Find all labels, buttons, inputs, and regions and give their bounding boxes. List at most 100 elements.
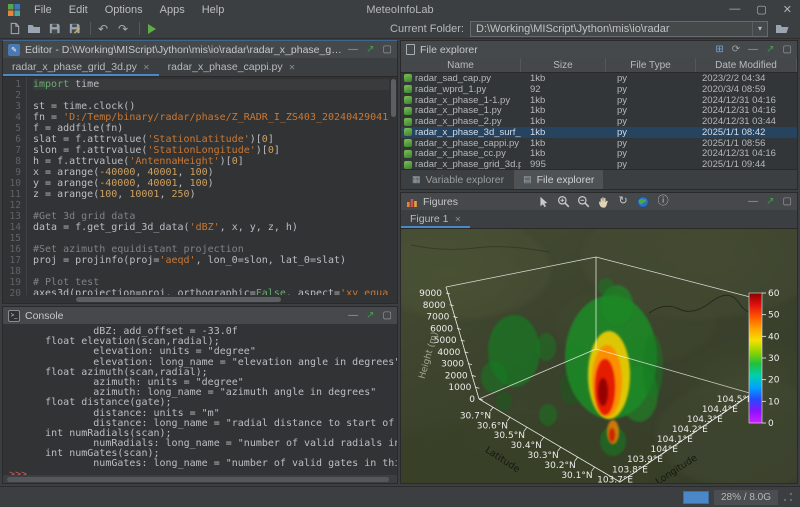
z-axis-tick-label: 8000 xyxy=(423,301,446,311)
file-name: radar_x_phase_3d_surf_allsc... xyxy=(415,127,521,138)
tab-label: Figure 1 xyxy=(410,213,449,225)
select-cursor-button[interactable] xyxy=(536,195,550,209)
window-close-button[interactable]: ✕ xyxy=(783,3,792,16)
column-header-size[interactable]: Size xyxy=(521,58,606,72)
table-row[interactable]: radar_sad_cap.py1kbpy2023/2/2 04:34 xyxy=(401,73,797,84)
console-panel-controls: — ↗ ▢ xyxy=(348,310,392,321)
console-horizontal-scrollbar[interactable] xyxy=(3,476,397,483)
file-size: 1kb xyxy=(521,127,606,138)
current-folder-combobox[interactable]: D:\Working\MIScript\Jython\mis\io\radar … xyxy=(470,21,768,37)
zoom-in-button[interactable] xyxy=(556,195,570,209)
console-output[interactable]: dBZ: add_offset = -33.0f float elevation… xyxy=(3,324,397,475)
tab-figure-1[interactable]: Figure 1 ✕ xyxy=(401,210,470,228)
maximize-icon[interactable]: ▢ xyxy=(783,44,792,55)
undo-button[interactable]: ↶ xyxy=(95,21,111,36)
minimize-icon[interactable]: — xyxy=(348,310,358,321)
save-as-button[interactable] xyxy=(66,21,82,36)
scrollbar-thumb[interactable] xyxy=(76,297,281,302)
y-axis-tick-label: 30.5°N xyxy=(494,431,525,441)
maximize-icon[interactable]: ▢ xyxy=(383,310,392,321)
chevron-down-icon[interactable]: ▾ xyxy=(752,22,767,36)
editor-tab[interactable]: radar_x_phase_grid_3d.py✕ xyxy=(3,58,159,76)
maximize-icon[interactable]: ▢ xyxy=(383,44,392,55)
redo-button[interactable]: ↷ xyxy=(115,21,131,36)
x-axis-tick-label: 103.7°E xyxy=(597,475,633,483)
column-header-file-type[interactable]: File Type xyxy=(606,58,696,72)
y-axis-tick-label: 30.2°N xyxy=(544,461,575,471)
z-axis-tick-label: 9000 xyxy=(419,289,442,299)
table-row[interactable]: radar_x_phase_cc.py1kbpy2024/12/31 04:16 xyxy=(401,149,797,160)
table-row[interactable]: radar_x_phase_3d_surf_allsc...1kbpy2025/… xyxy=(401,127,797,138)
radar-echo xyxy=(539,404,557,426)
float-icon[interactable]: ↗ xyxy=(766,196,774,207)
table-row[interactable]: radar_x_phase_1-1.py1kbpy2024/12/31 04:1… xyxy=(401,95,797,106)
maximize-icon[interactable]: ▢ xyxy=(783,196,792,207)
close-tab-icon[interactable]: ✕ xyxy=(143,63,150,72)
python-file-icon xyxy=(404,96,412,104)
file-name: radar_x_phase_cc.py xyxy=(415,148,506,159)
minimize-icon[interactable]: — xyxy=(748,44,758,55)
file-size: 1kb xyxy=(521,138,606,149)
colorbar-tick-label: 20 xyxy=(768,376,780,386)
menu-edit[interactable]: Edit xyxy=(69,4,88,16)
float-icon[interactable]: ↗ xyxy=(366,310,374,321)
line-number: 16 xyxy=(3,244,21,255)
menu-options[interactable]: Options xyxy=(105,4,143,16)
scrollbar-thumb[interactable] xyxy=(7,477,389,482)
close-tab-icon[interactable]: ✕ xyxy=(289,63,296,72)
float-icon[interactable]: ↗ xyxy=(366,44,374,55)
run-script-button[interactable] xyxy=(144,21,160,36)
new-page-icon[interactable]: ⊞ xyxy=(715,44,723,55)
scrollbar-thumb[interactable] xyxy=(391,79,396,117)
refresh-icon[interactable]: ⟳ xyxy=(732,44,740,55)
file-type: py xyxy=(606,159,696,169)
window-minimize-button[interactable]: — xyxy=(729,3,740,16)
plot-3d-svg[interactable]: 0100020003000400050006000700080009000Hei… xyxy=(401,229,797,483)
file-explorer-title: File explorer xyxy=(420,44,478,56)
close-tab-icon[interactable]: ✕ xyxy=(455,215,462,224)
window-maximize-button[interactable]: ▢ xyxy=(756,3,766,16)
figure-canvas[interactable]: 0100020003000400050006000700080009000Hei… xyxy=(401,229,797,483)
file-modified: 2025/1/1 08:56 xyxy=(696,138,797,149)
table-row[interactable]: radar_x_phase_1.py1kbpy2024/12/31 04:16 xyxy=(401,105,797,116)
code-line: x = arange(-40000, 40001, 100) xyxy=(33,167,389,178)
memory-usage-label[interactable]: 28% / 8.0G xyxy=(714,490,778,505)
tab-file-explorer[interactable]: ▤File explorer xyxy=(514,170,603,189)
rotate-button[interactable]: ↻ xyxy=(616,195,630,209)
zoom-out-button[interactable] xyxy=(576,195,590,209)
editor-horizontal-scrollbar[interactable] xyxy=(28,296,389,303)
save-button[interactable] xyxy=(46,21,62,36)
minimize-icon[interactable]: — xyxy=(348,44,358,55)
python-file-icon xyxy=(404,128,412,136)
editor-vertical-scrollbar[interactable] xyxy=(390,77,397,295)
code-editor[interactable]: 1234567891011121314151617181920 import t… xyxy=(3,77,397,303)
current-folder-value: D:\Working\MIScript\Jython\mis\io\radar xyxy=(471,23,752,35)
tab-variable-explorer[interactable]: ▦Variable explorer xyxy=(403,170,513,189)
column-header-name[interactable]: Name xyxy=(401,58,521,72)
editor-tab[interactable]: radar_x_phase_cappi.py✕ xyxy=(159,58,305,76)
column-header-date-modified[interactable]: Date Modified xyxy=(696,58,797,72)
menu-file[interactable]: File xyxy=(34,4,52,16)
float-icon[interactable]: ↗ xyxy=(766,44,774,55)
menu-apps[interactable]: Apps xyxy=(160,4,185,16)
info-button[interactable]: ⓘ xyxy=(656,195,670,209)
table-row[interactable]: radar_x_phase_grid_3d.py995py2025/1/1 09… xyxy=(401,159,797,169)
menu-help[interactable]: Help xyxy=(202,4,225,16)
pan-button[interactable] xyxy=(596,195,610,209)
table-row[interactable]: radar_x_phase_cappi.py1kbpy2025/1/1 08:5… xyxy=(401,138,797,149)
code-line xyxy=(33,233,389,244)
browse-folder-button[interactable] xyxy=(774,21,790,36)
console-title: Console xyxy=(25,310,64,322)
file-name: radar_x_phase_grid_3d.py xyxy=(415,159,521,169)
meteoinfolab-window: FileEditOptionsAppsHelp MeteoInfoLab — ▢… xyxy=(0,0,800,507)
line-number: 3 xyxy=(3,101,21,112)
console-prompt[interactable]: >>> xyxy=(9,470,397,475)
open-file-button[interactable] xyxy=(26,21,42,36)
globe-button[interactable] xyxy=(636,195,650,209)
table-row[interactable]: radar_x_phase_2.py1kbpy2024/12/31 03:44 xyxy=(401,116,797,127)
table-row[interactable]: radar_wprd_1.py92py2020/3/4 08:59 xyxy=(401,84,797,95)
minimize-icon[interactable]: — xyxy=(748,196,758,207)
resize-grip[interactable] xyxy=(783,492,793,502)
new-file-button[interactable] xyxy=(6,21,22,36)
line-number: 9 xyxy=(3,167,21,178)
